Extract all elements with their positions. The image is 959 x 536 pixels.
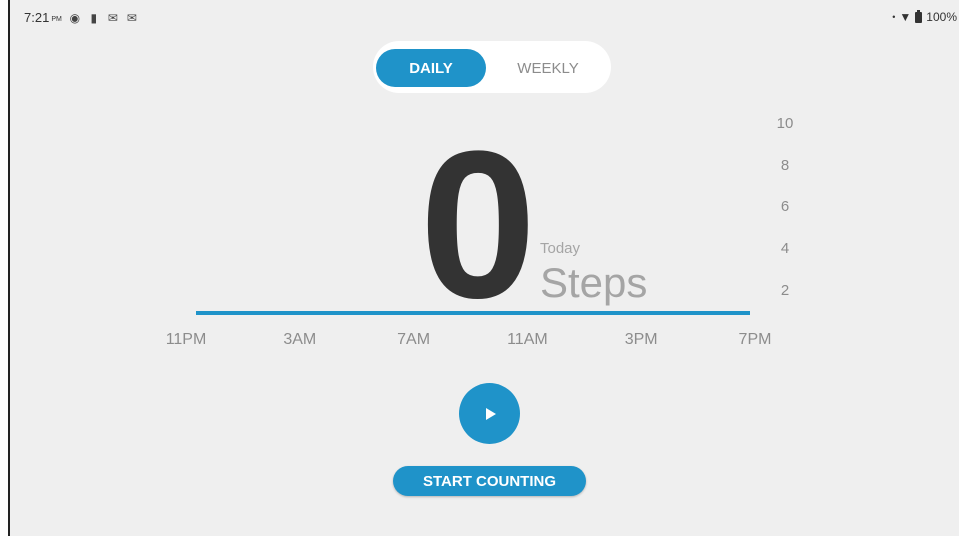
x-tick-label: 11PM [165, 331, 207, 348]
period-label: Today [540, 240, 581, 257]
sd-card-icon: ▮ [90, 10, 98, 25]
x-tick-label: 3PM [624, 331, 658, 348]
x-tick-label: 7AM [397, 331, 431, 348]
sync-icon: ◉ [69, 10, 81, 25]
period-toggle: DAILY WEEKLY [373, 41, 611, 93]
y-tick-label: 4 [780, 240, 790, 257]
step-count: 0 [419, 107, 537, 342]
y-tick-label: 6 [780, 198, 790, 215]
signal-icon: • [892, 12, 896, 22]
y-tick-label: 8 [780, 157, 790, 174]
x-tick-label: 3AM [283, 331, 317, 348]
tab-weekly[interactable]: WEEKLY [493, 49, 603, 87]
status-time: 7:21 [24, 10, 50, 25]
unit-label: Steps [540, 259, 648, 306]
status-ampm: PM [51, 15, 62, 23]
status-bar: 7:21 PM ◉ ▮ ✉ ✉ • ▼ 100% [10, 0, 959, 34]
start-counting-button[interactable]: START COUNTING [393, 466, 586, 496]
x-tick-label: 7PM [738, 331, 772, 348]
battery-percent: 100% [926, 10, 957, 24]
gmail-icon: ✉ [107, 10, 118, 25]
wifi-icon: ▼ [899, 10, 912, 24]
battery-icon [915, 9, 923, 23]
chart-baseline [196, 311, 750, 315]
y-tick-label: 2 [780, 282, 790, 299]
y-tick-label: 10 [776, 115, 794, 132]
play-icon [486, 407, 496, 420]
status-left: 7:21 PM ◉ ▮ ✉ ✉ [24, 10, 138, 25]
play-button[interactable] [459, 383, 520, 444]
status-right: • ▼ 100% [892, 9, 957, 24]
x-tick-label: 11AM [507, 331, 548, 348]
app-screen: 7:21 PM ◉ ▮ ✉ ✉ • ▼ 100% DAILY WEEKLY 0 … [8, 0, 959, 536]
tab-daily[interactable]: DAILY [376, 49, 486, 87]
gmail-icon: ✉ [126, 10, 137, 25]
